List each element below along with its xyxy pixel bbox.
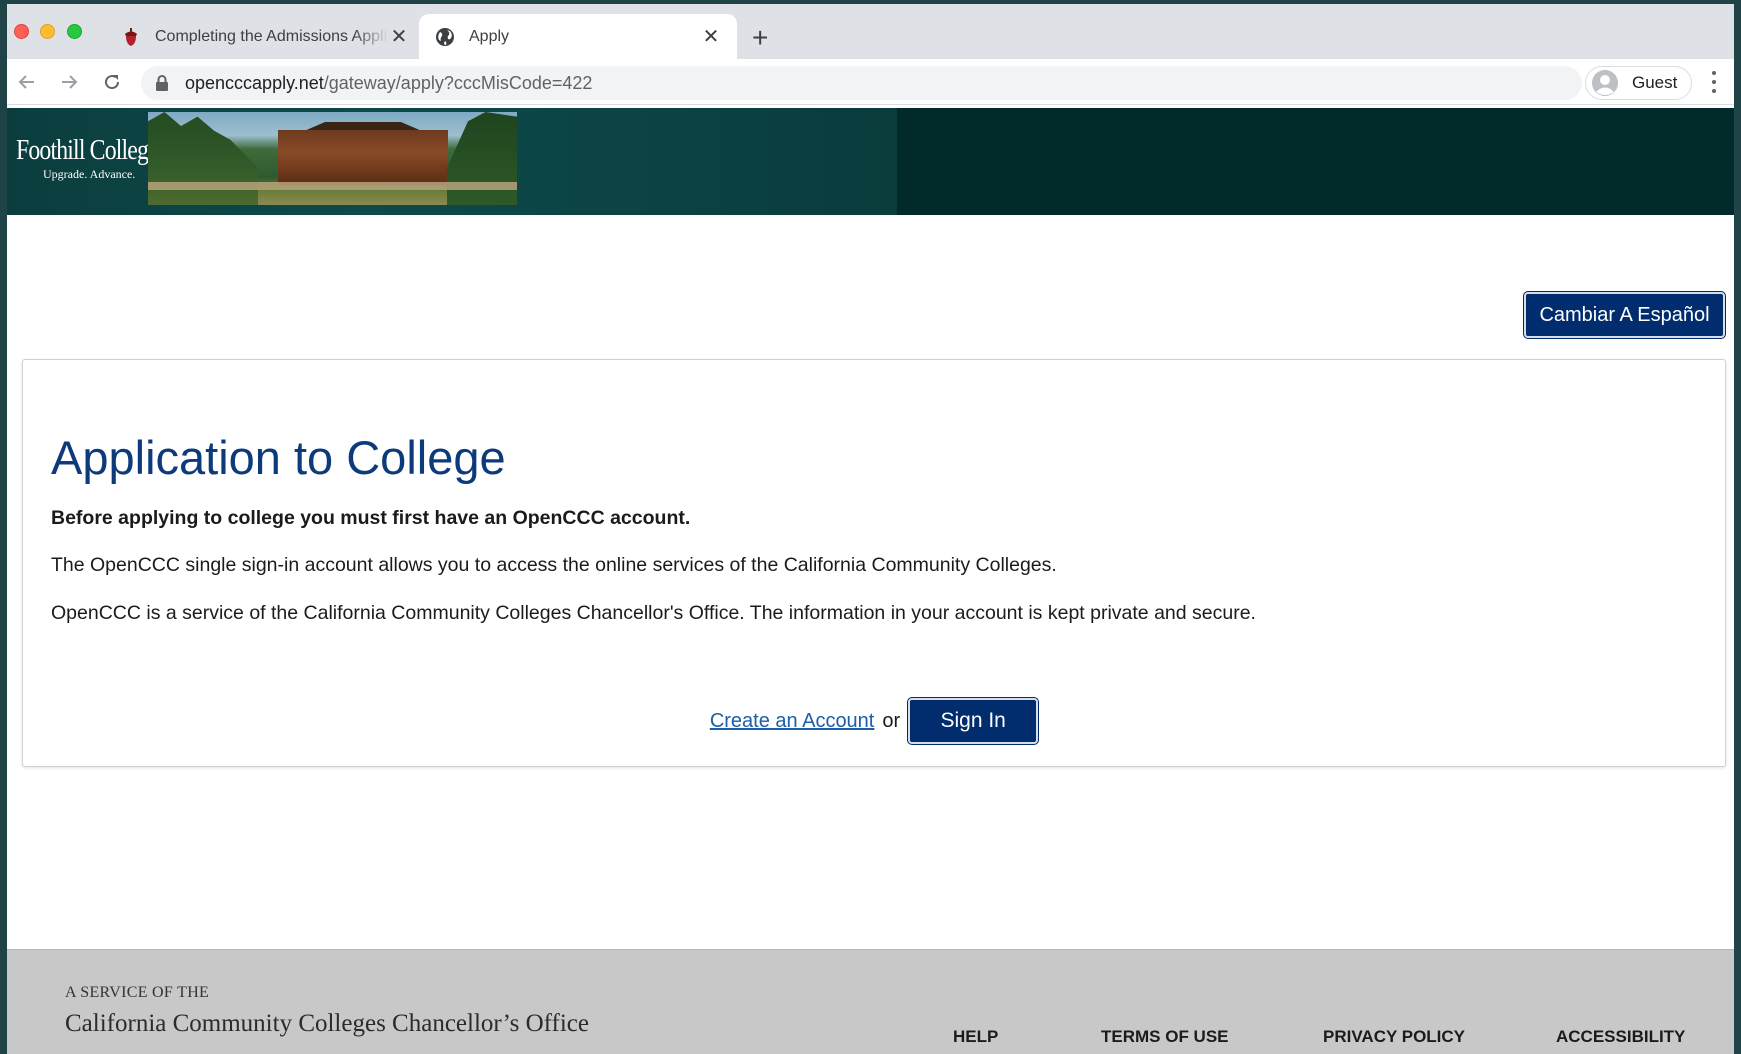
tab-strip: Completing the Admissions Application ✕ … bbox=[7, 4, 1734, 59]
or-text: or bbox=[882, 709, 901, 732]
page-title: Application to College bbox=[51, 431, 506, 484]
arrow-left-icon bbox=[18, 75, 34, 89]
profile-button[interactable]: Guest bbox=[1585, 66, 1692, 100]
privacy-text: OpenCCC is a service of the California C… bbox=[51, 602, 1256, 624]
forward-button[interactable] bbox=[56, 69, 82, 95]
change-language-button[interactable]: Cambiar A Español bbox=[1524, 292, 1725, 338]
close-icon[interactable]: ✕ bbox=[389, 24, 409, 49]
service-label: A SERVICE OF THE bbox=[65, 984, 210, 1001]
arrow-right-icon bbox=[62, 75, 78, 89]
address-bar[interactable]: opencccapply.net/gateway/apply?cccMisCod… bbox=[141, 66, 1582, 100]
minimize-window-button[interactable] bbox=[40, 24, 55, 39]
more-menu-icon[interactable] bbox=[1707, 71, 1721, 93]
reload-icon bbox=[105, 75, 120, 90]
new-tab-button[interactable]: + bbox=[752, 24, 768, 52]
account-actions: Create an Account or Sign In bbox=[23, 698, 1725, 744]
application-card: Application to College Before applying t… bbox=[22, 359, 1726, 767]
browser-toolbar: opencccapply.net/gateway/apply?cccMisCod… bbox=[7, 59, 1734, 105]
tab-title: Completing the Admissions Application bbox=[155, 27, 389, 45]
maximize-window-button[interactable] bbox=[67, 24, 82, 39]
globe-icon bbox=[435, 27, 455, 47]
profile-label: Guest bbox=[1632, 73, 1678, 92]
acorn-icon bbox=[121, 27, 141, 47]
reload-button[interactable] bbox=[99, 69, 125, 95]
back-button[interactable] bbox=[14, 69, 40, 95]
url-path: /gateway/apply?cccMisCode=422 bbox=[323, 72, 593, 93]
intro-text: Before applying to college you must firs… bbox=[51, 507, 691, 529]
description-text: The OpenCCC single sign-in account allow… bbox=[51, 554, 1057, 576]
footer-link-help[interactable]: HELP bbox=[953, 1027, 998, 1047]
college-banner: Foothill College Upgrade. Advance. bbox=[7, 108, 1734, 215]
close-icon[interactable]: ✕ bbox=[701, 24, 721, 49]
close-window-button[interactable] bbox=[14, 24, 29, 39]
chancellors-office-logo[interactable]: California Community Colleges Chancellor… bbox=[65, 1010, 589, 1038]
lock-icon bbox=[155, 75, 175, 91]
tab-apply[interactable]: Apply ✕ bbox=[419, 14, 737, 59]
browser-window: Completing the Admissions Application ✕ … bbox=[7, 4, 1734, 1054]
tab-admissions[interactable]: Completing the Admissions Application ✕ bbox=[105, 14, 425, 59]
url-host: opencccapply.net bbox=[185, 72, 324, 93]
page-footer: A SERVICE OF THE California Community Co… bbox=[7, 949, 1734, 1054]
footer-link-terms[interactable]: TERMS OF USE bbox=[1101, 1027, 1229, 1047]
footer-link-accessibility[interactable]: ACCESSIBILITY bbox=[1556, 1027, 1685, 1047]
avatar-icon bbox=[1592, 70, 1618, 96]
footer-link-privacy[interactable]: PRIVACY POLICY bbox=[1323, 1027, 1465, 1047]
tab-title: Apply bbox=[469, 27, 510, 45]
sign-in-button[interactable]: Sign In bbox=[908, 698, 1039, 744]
campus-photo bbox=[148, 112, 517, 205]
create-account-link[interactable]: Create an Account bbox=[710, 710, 875, 733]
